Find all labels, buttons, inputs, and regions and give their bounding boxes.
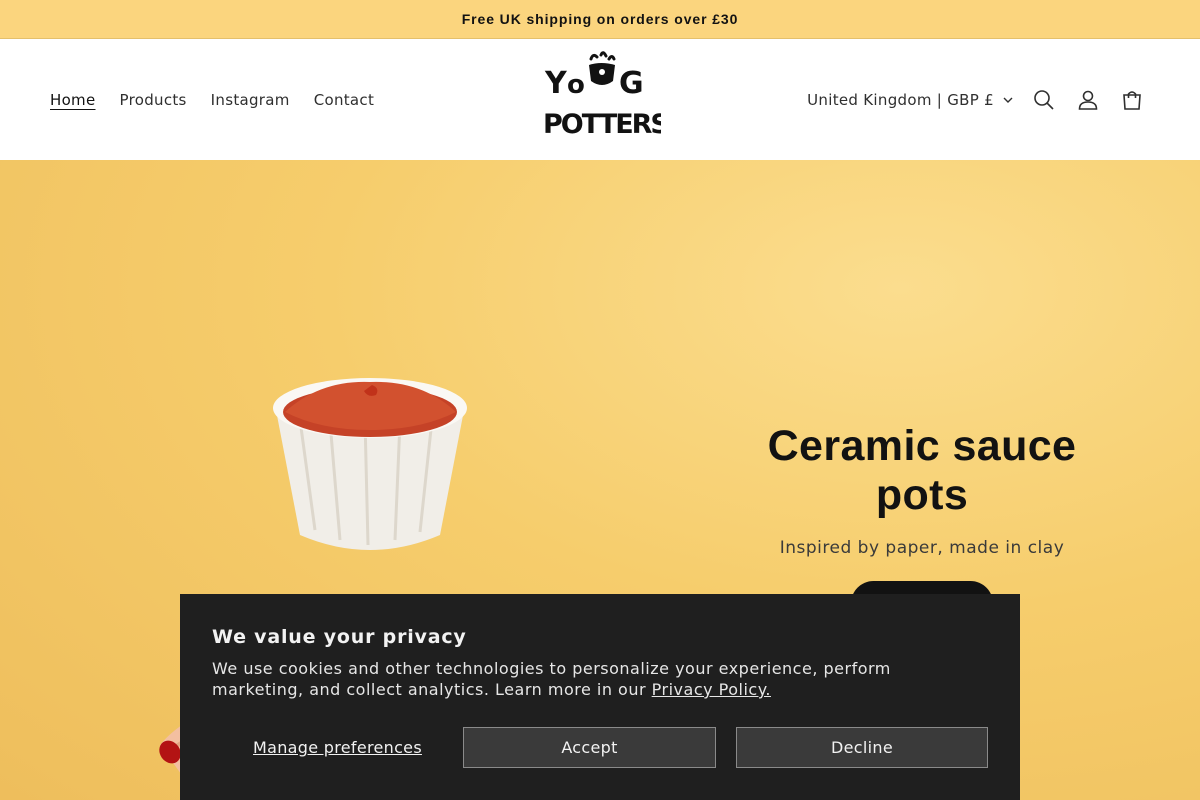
main-nav: Home Products Instagram Contact xyxy=(38,39,386,160)
country-selector-label: United Kingdom | GBP £ xyxy=(807,90,994,109)
site-logo[interactable]: Y o G POTTERS xyxy=(541,51,670,140)
announcement-bar: Free UK shipping on orders over £30 xyxy=(0,0,1200,39)
logo-graphic: Y o G POTTERS xyxy=(543,51,670,140)
cart-button[interactable] xyxy=(1110,78,1154,122)
svg-text:o: o xyxy=(567,70,585,100)
chevron-down-icon xyxy=(1003,97,1013,103)
announcement-text: Free UK shipping on orders over £30 xyxy=(461,11,739,27)
account-icon xyxy=(1078,90,1098,110)
hero-subtitle: Inspired by paper, made in clay xyxy=(779,538,1065,558)
cookie-banner-title: We value your privacy xyxy=(212,626,467,648)
manage-preferences-button[interactable]: Manage preferences xyxy=(212,727,463,768)
site-header: Home Products Instagram Contact Y o G PO… xyxy=(0,39,1200,160)
search-button[interactable] xyxy=(1022,78,1066,122)
svg-text:G: G xyxy=(619,66,644,101)
cookie-banner: We value your privacy We use cookies and… xyxy=(180,594,1020,800)
header-actions: United Kingdom | GBP £ xyxy=(807,39,1154,160)
nav-item-instagram[interactable]: Instagram xyxy=(199,91,302,109)
svg-text:POTTERS: POTTERS xyxy=(543,109,661,137)
nav-item-contact[interactable]: Contact xyxy=(302,91,386,109)
nav-item-products[interactable]: Products xyxy=(108,91,199,109)
nav-item-home[interactable]: Home xyxy=(38,91,108,109)
hero-title: Ceramic sauce pots xyxy=(767,422,1077,519)
svg-text:Y: Y xyxy=(544,66,568,101)
account-button[interactable] xyxy=(1066,78,1110,122)
cookie-actions: Manage preferences Accept Decline xyxy=(212,727,988,768)
accept-button[interactable]: Accept xyxy=(463,727,716,768)
decline-button[interactable]: Decline xyxy=(736,727,988,768)
cookie-banner-text: We use cookies and other technologies to… xyxy=(212,658,982,700)
search-icon xyxy=(1034,89,1054,110)
cookie-banner-body: We use cookies and other technologies to… xyxy=(212,659,891,699)
country-selector[interactable]: United Kingdom | GBP £ xyxy=(807,91,1014,109)
privacy-policy-link[interactable]: Privacy Policy. xyxy=(652,680,771,699)
cart-icon xyxy=(1123,90,1141,110)
